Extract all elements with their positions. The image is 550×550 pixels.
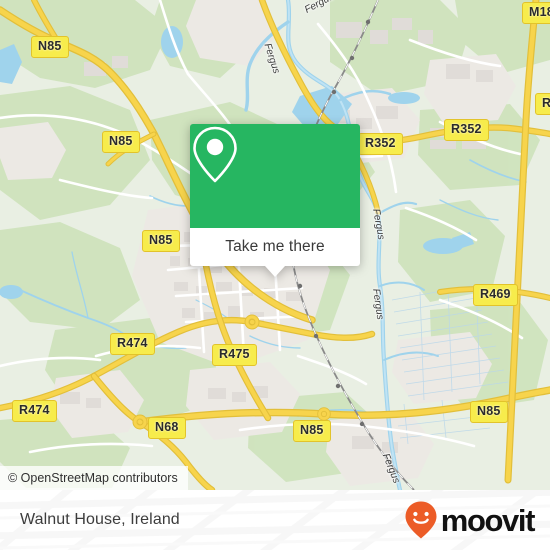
map-attribution[interactable]: © OpenStreetMap contributors <box>0 466 188 490</box>
road-shield: N68 <box>148 417 186 439</box>
road-shield: N85 <box>31 36 69 58</box>
map-screenshot: N85 N85 N85 N85 N85 N68 R474 R474 R475 R352 R352 R4… <box>0 0 550 550</box>
road-shield: R3 <box>535 93 550 115</box>
location-popup-card[interactable]: Take me there <box>190 124 360 277</box>
place-name-label: Walnut House, Ireland <box>20 511 180 528</box>
take-me-there-label: Take me there <box>225 238 325 255</box>
road-shield: M18 <box>522 2 550 24</box>
road-shield: N85 <box>142 230 180 252</box>
road-shield: R474 <box>12 400 57 422</box>
moovit-brand[interactable]: moovit <box>404 500 536 540</box>
map-canvas[interactable]: N85 N85 N85 N85 N85 N68 R474 R474 R475 R352 R352 R4… <box>0 0 550 490</box>
road-shield: R352 <box>358 133 403 155</box>
road-shield: N85 <box>470 401 508 423</box>
road-shield: R475 <box>212 344 257 366</box>
bottom-bar: Walnut House, Ireland moovit <box>0 490 550 550</box>
road-shield: N85 <box>293 420 331 442</box>
moovit-pin-icon <box>405 501 437 539</box>
road-shield: N85 <box>102 131 140 153</box>
popup-icon-area <box>190 124 360 228</box>
road-shield: R474 <box>110 333 155 355</box>
take-me-there-button[interactable]: Take me there <box>190 228 360 266</box>
road-shield: R469 <box>473 284 518 306</box>
popup-pointer <box>265 266 285 277</box>
map-pin-icon <box>193 126 237 183</box>
moovit-wordmark: moovit <box>440 502 536 538</box>
attribution-text: © OpenStreetMap contributors <box>8 471 178 485</box>
road-shield: R352 <box>444 119 489 141</box>
